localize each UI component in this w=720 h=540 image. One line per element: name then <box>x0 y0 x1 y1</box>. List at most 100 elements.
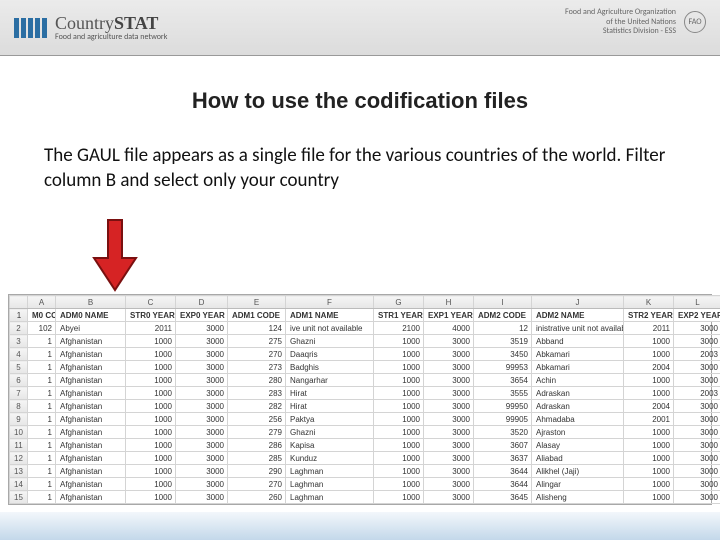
cell: Afghanistan <box>56 439 126 452</box>
brand-subtitle: Food and agriculture data network <box>55 32 167 42</box>
cell: 3000 <box>424 400 474 413</box>
fao-icon: FAO <box>684 11 706 33</box>
cell: 3000 <box>674 361 720 374</box>
cell: 3000 <box>424 413 474 426</box>
brand-text: CountrySTAT Food and agriculture data ne… <box>55 13 167 42</box>
cell: 3000 <box>176 400 228 413</box>
table-row: 121Afghanistan10003000285Kunduz100030003… <box>10 452 720 465</box>
cell: 1 <box>28 335 56 348</box>
field-header: STR1 YEAR <box>374 309 424 322</box>
table-row: 31Afghanistan10003000275Ghazni1000300035… <box>10 335 720 348</box>
cell: Abkamari <box>532 348 624 361</box>
cell: 1000 <box>624 439 674 452</box>
cell: 3000 <box>176 491 228 504</box>
cell: 3000 <box>176 426 228 439</box>
cell: 3607 <box>474 439 532 452</box>
cell: 2004 <box>624 361 674 374</box>
cell: 3637 <box>474 452 532 465</box>
cell: 270 <box>228 348 286 361</box>
cell: 1000 <box>374 374 424 387</box>
cell: 4000 <box>424 322 474 335</box>
row-number: 10 <box>10 426 28 439</box>
col-letter: C <box>126 296 176 309</box>
cell: 3000 <box>176 374 228 387</box>
table-row: 91Afghanistan10003000256Paktya1000300099… <box>10 413 720 426</box>
cell: Alingar <box>532 478 624 491</box>
cell: 1000 <box>374 335 424 348</box>
table-row: 111Afghanistan10003000286Kapisa100030003… <box>10 439 720 452</box>
cell: Afghanistan <box>56 348 126 361</box>
cell: Adraskan <box>532 387 624 400</box>
cell: 1000 <box>624 426 674 439</box>
cell: 1000 <box>126 387 176 400</box>
cell: 3000 <box>176 439 228 452</box>
col-letter <box>10 296 28 309</box>
cell: 3000 <box>424 452 474 465</box>
cell: Abyei <box>56 322 126 335</box>
cell: 1000 <box>126 439 176 452</box>
cell: 1 <box>28 439 56 452</box>
cell: 3000 <box>424 478 474 491</box>
page-title: How to use the codification files <box>0 88 720 114</box>
cell: Afghanistan <box>56 465 126 478</box>
cell: 3000 <box>674 452 720 465</box>
cell: Laghman <box>286 465 374 478</box>
cell: 1000 <box>126 452 176 465</box>
cell: 3000 <box>176 452 228 465</box>
field-header: EXP2 YEAR <box>674 309 720 322</box>
cell: 3000 <box>176 413 228 426</box>
cell: inistrative unit not available <box>532 322 624 335</box>
cell: 1000 <box>126 465 176 478</box>
cell: 3000 <box>176 478 228 491</box>
cell: Afghanistan <box>56 400 126 413</box>
field-header: M0 CODE <box>28 309 56 322</box>
cell: 1000 <box>374 413 424 426</box>
cell: 1000 <box>374 452 424 465</box>
cell: Ajraston <box>532 426 624 439</box>
arrow-down-icon <box>92 218 138 297</box>
cell: 2011 <box>126 322 176 335</box>
cell: 99905 <box>474 413 532 426</box>
cell: Hirat <box>286 400 374 413</box>
cell: Paktya <box>286 413 374 426</box>
cell: Afghanistan <box>56 387 126 400</box>
row-number: 11 <box>10 439 28 452</box>
cell: 3000 <box>424 348 474 361</box>
cell: Kunduz <box>286 452 374 465</box>
cell: Afghanistan <box>56 374 126 387</box>
cell: 3000 <box>424 374 474 387</box>
cell: Ahmadaba <box>532 413 624 426</box>
cell: 3000 <box>674 335 720 348</box>
body-text: The GAUL file appears as a single file f… <box>44 144 676 193</box>
cell: 3000 <box>424 361 474 374</box>
cell: 260 <box>228 491 286 504</box>
cell: 285 <box>228 452 286 465</box>
cell: 3000 <box>424 387 474 400</box>
row-number: 13 <box>10 465 28 478</box>
cell: 99950 <box>474 400 532 413</box>
cell: Afghanistan <box>56 452 126 465</box>
cell: 1 <box>28 374 56 387</box>
cell: 286 <box>228 439 286 452</box>
cell: Laghman <box>286 491 374 504</box>
cell: 2011 <box>624 322 674 335</box>
row-number: 15 <box>10 491 28 504</box>
table-row: 81Afghanistan10003000282Hirat10003000999… <box>10 400 720 413</box>
column-letters-row: ABCDEFGHIJKL <box>10 296 720 309</box>
row-number: 7 <box>10 387 28 400</box>
row-number: 3 <box>10 335 28 348</box>
fao-block: Food and Agriculture Organization of the… <box>565 8 706 37</box>
cell: Afghanistan <box>56 413 126 426</box>
cell: 3000 <box>674 426 720 439</box>
col-letter: I <box>474 296 532 309</box>
cell: 1000 <box>374 491 424 504</box>
cell: 1000 <box>374 348 424 361</box>
cell: 1 <box>28 387 56 400</box>
cell: 1 <box>28 452 56 465</box>
cell: 280 <box>228 374 286 387</box>
cell: 2001 <box>624 413 674 426</box>
cell: Afghanistan <box>56 426 126 439</box>
field-header: ADM1 CODE <box>228 309 286 322</box>
cell: 256 <box>228 413 286 426</box>
cell: 1 <box>28 426 56 439</box>
